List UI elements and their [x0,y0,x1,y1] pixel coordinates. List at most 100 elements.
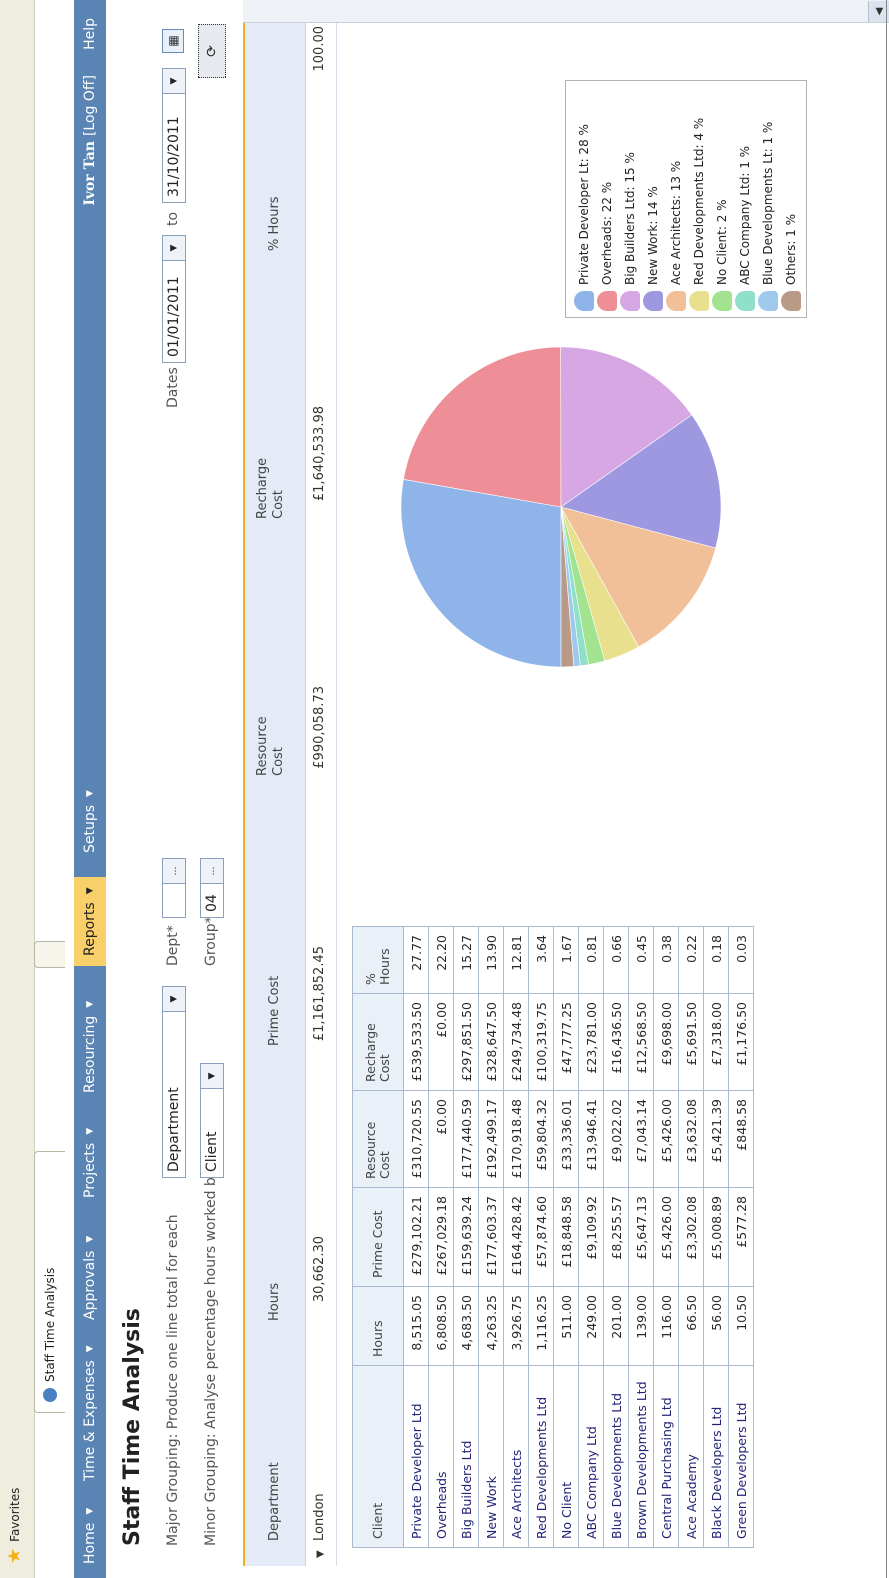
resource-cost-cell: £0.00 [428,1090,454,1188]
refresh-button[interactable]: ⟳ [198,24,226,78]
legend-swatch [643,291,663,311]
table-row[interactable]: Overheads 6,808.50 £267,029.18 £0.00 £0.00 22… [428,926,454,1548]
hours-cell: 6,808.50 [428,1286,454,1366]
table-row[interactable]: Red Developments Ltd 1,116.25 £57,874.60 £5… [528,926,554,1548]
recharge-cost-cell: £100,319.75 [528,993,554,1091]
header-recharge-cost: Recharge Cost [255,458,287,519]
prime-cost-cell: £267,029.18 [428,1187,454,1287]
client-cell: Overheads [428,1365,454,1548]
legend-swatch [712,291,732,311]
table-row[interactable]: Ace Architects 3,926.75 £164,428.42 £170,91… [503,926,529,1548]
nav-item-projects[interactable]: Projects ▼ [74,1128,106,1198]
table-row[interactable]: Big Builders Ltd 4,683.50 £159,639.24 £177,… [453,926,479,1548]
major-grouping-select[interactable]: Department ▼ [162,986,186,1178]
page-icon [43,1388,57,1402]
legend-item: Ace Architects: 13 % [666,161,686,311]
hours-cell: 8,515.05 [403,1286,429,1366]
legend-label: No Client: 2 % [715,199,729,285]
ellipsis-icon[interactable]: … [163,859,185,884]
nav-item-home[interactable]: Home ▼ [74,1508,106,1564]
favorites-label: Favorites [8,1487,22,1542]
chevron-down-icon[interactable]: ▼ [163,236,185,261]
table-row[interactable]: Brown Developments Ltd 139.00 £5,647.13 £7,… [628,926,654,1548]
header-recharge-cost-line1: Recharge [255,457,270,519]
resource-cost-cell: £13,946.41 [578,1090,604,1188]
chevron-down-icon[interactable]: ▼ [163,987,185,1012]
table-row[interactable]: Private Developer Ltd 8,515.05 £279,102.21… [403,926,429,1548]
favorites-bar: ★ Favorites [0,0,35,1578]
prime-cost-cell: £5,426.00 [653,1187,679,1287]
pct-hours-cell: 0.18 [703,926,729,994]
refresh-icon: ⟳ [204,45,220,57]
client-cell: Black Developers Ltd [703,1365,729,1548]
pct-hours-cell: 22.20 [428,926,454,994]
header-hours: Hours [352,1286,404,1366]
favorites-button[interactable]: ★ Favorites [4,1487,25,1564]
logoff-link[interactable]: [Log Off] [82,75,98,136]
legend-item: ABC Company Ltd: 1 % [735,146,755,311]
recharge-cost-cell: £297,851.50 [453,993,479,1091]
header-resource-cost-line2: Cost [271,747,286,776]
date-to-field[interactable]: 31/10/2011 ▼ [162,68,186,203]
date-from-value: 01/01/2011 [166,276,182,357]
pct-hours-cell: 12.81 [503,926,529,994]
legend-swatch [574,291,594,311]
new-tab-button[interactable] [34,941,65,968]
main-nav: Home ▼ Time & Expenses ▼ Approvals ▼ Projec… [74,0,106,1578]
group-field[interactable]: 04 … [200,858,224,918]
legend-item: Private Developer Lt: 28 % [574,124,594,311]
resource-cost-cell: £192,499.17 [478,1090,504,1188]
chevron-down-icon[interactable]: ▼ [315,1550,326,1558]
chevron-down-icon[interactable]: ▼ [163,69,185,94]
table-row[interactable]: Blue Developments Ltd 201.00 £8,255.57 £9,0… [603,926,629,1548]
table-row[interactable]: No Client 511.00 £18,848.58 £33,336.01 £47,7… [553,926,579,1548]
legend-swatch [781,291,801,311]
minor-grouping-select[interactable]: Client ▼ [200,1063,224,1178]
prime-cost-cell: £159,639.24 [453,1187,479,1287]
resource-cost-cell: £9,022.02 [603,1090,629,1188]
calendar-icon[interactable]: ▦ [162,29,184,53]
legend-label: Others: 1 % [784,213,798,285]
prime-cost-cell: £8,255.57 [603,1187,629,1287]
client-breakdown-table: Client Hours Prime Cost Resource Cost Re… [352,926,754,1548]
nav-item-approvals[interactable]: Approvals ▼ [74,1236,106,1320]
date-from-field[interactable]: 01/01/2011 ▼ [162,235,186,363]
table-row[interactable]: ABC Company Ltd 249.00 £9,109.92 £13,946.41… [578,926,604,1548]
nav-item-reports[interactable]: Reports ▼ [74,877,106,966]
nav-item-setups[interactable]: Setups ▼ [74,790,106,853]
browser-tab-staff-time-analysis[interactable]: Staff Time Analysis [34,1151,65,1413]
recharge-cost-cell: £539,533.50 [403,993,429,1091]
hours-cell: 201.00 [603,1286,629,1366]
client-cell: Ace Architects [503,1365,529,1548]
nav-item-time-expenses[interactable]: Time & Expenses ▼ [74,1345,106,1481]
prime-cost-cell: £5,647.13 [628,1187,654,1287]
table-row[interactable]: Ace Academy 66.50 £3,302.08 £3,632.08 £5,691… [678,926,704,1548]
pct-hours-cell: 3.64 [528,926,554,994]
table-row[interactable]: Green Developers Ltd 10.50 £577.28 £848.58 £… [728,926,754,1548]
ellipsis-icon[interactable]: … [201,859,223,884]
client-cell: Blue Developments Ltd [603,1365,629,1548]
help-link[interactable]: Help [74,18,106,50]
table-row[interactable]: New Work 4,263.25 £177,603.37 £192,499.17 £3… [478,926,504,1548]
resource-cost-cell: £170,918.48 [503,1090,529,1188]
header-resource-cost: Resource Cost [255,716,287,776]
hours-cell: 511.00 [553,1286,579,1366]
nav-item-resourcing[interactable]: Resourcing ▼ [74,1001,106,1093]
horizontal-scrollbar[interactable]: ◀ [243,0,889,23]
legend-item: Blue Developments Lt: 1 % [758,122,778,311]
pct-hours-cell: 1.67 [553,926,579,994]
recharge-cost-cell: £16,436.50 [603,993,629,1091]
prime-cost-cell: £9,109.92 [578,1187,604,1287]
table-row[interactable]: ▼ London 30,662.30 £1,161,852.45 £990,05… [306,16,337,1566]
client-cell: Central Purchasing Ltd [653,1365,679,1548]
minor-grouping-label: Minor Grouping: Analyse percentage hours… [203,1168,219,1546]
chevron-down-icon[interactable]: ▼ [201,1064,223,1089]
pie-slice [400,478,562,668]
table-row[interactable]: Black Developers Ltd 56.00 £5,008.89 £5,421… [703,926,729,1548]
table-row[interactable]: Central Purchasing Ltd 116.00 £5,426.00 £5,… [653,926,679,1548]
dept-field[interactable]: … [162,858,186,918]
client-cell: Ace Academy [678,1365,704,1548]
pct-hours-cell: 0.81 [578,926,604,994]
nav-label: Approvals [82,1250,98,1320]
caret-down-icon: ▼ [85,1000,95,1008]
